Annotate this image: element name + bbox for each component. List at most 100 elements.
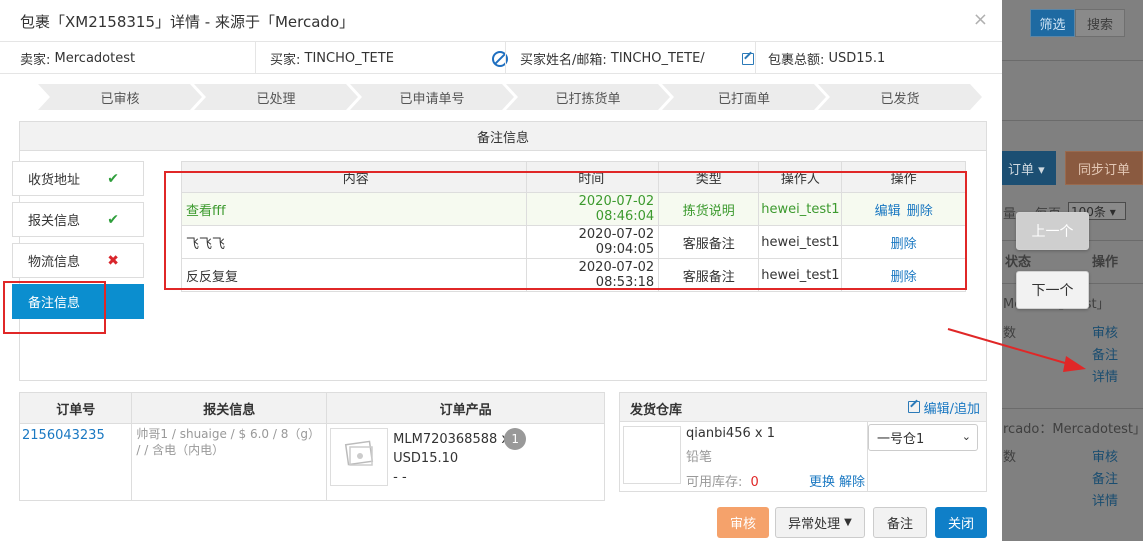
bg-row1-note[interactable]: 备注: [1092, 344, 1118, 363]
modal-title: 包裹「XM2158315」详情 - 来源于「Mercado」: [20, 13, 355, 31]
bg-order-dropdown[interactable]: 订单 ▾: [1002, 151, 1056, 185]
bg-divider: [1002, 120, 1143, 121]
divider: [505, 42, 506, 74]
warehouse-item-image: [623, 426, 681, 484]
warehouse-select[interactable]: 一号仓1 ⌄: [868, 424, 978, 451]
warehouse-item-name: 铅笔: [686, 450, 713, 465]
replace-link[interactable]: 更换: [809, 471, 835, 490]
cross-icon: ✖: [107, 253, 119, 269]
step-shipped: 已发货: [818, 84, 982, 110]
caret-down-icon: ▼: [844, 517, 852, 528]
stock-label: 可用库存:: [686, 475, 743, 490]
close-button[interactable]: 关闭: [935, 507, 987, 538]
bg-row2-detail[interactable]: 详情: [1092, 490, 1118, 509]
sidebar-item-logistics[interactable]: 物流信息 ✖: [12, 243, 144, 278]
bg-misc-text: 数: [1003, 326, 1017, 341]
buyer-name-field: 买家姓名/邮箱: TINCHO_TETE/: [520, 42, 755, 74]
edit-icon[interactable]: [742, 53, 754, 65]
sidebar-item-label: 物流信息: [28, 255, 81, 270]
product-qty-badge: 1: [504, 428, 527, 450]
warehouse-title: 发货仓库: [630, 403, 683, 418]
note-button[interactable]: 备注: [873, 507, 927, 538]
buyer-field: 买家: TINCHO_TETE: [270, 42, 508, 74]
progress-steps: 已审核 已处理 已申请单号 已打拣货单 已打面单 已发货: [38, 84, 982, 110]
warehouse-select-value: 一号仓1: [877, 432, 925, 447]
highlight-box-sidebar: [3, 281, 106, 334]
close-icon[interactable]: ×: [973, 9, 988, 30]
bg-divider: [1002, 408, 1143, 409]
next-package-button[interactable]: 下一个: [1016, 271, 1089, 309]
table-row: 2156043235 帅哥1 / shuaige / $ 6.0 / 8（g） …: [18, 423, 605, 501]
warehouse-item-sku: qianbi456 x 1: [686, 426, 775, 441]
warehouse-edit-link[interactable]: 编辑/追加: [907, 398, 980, 417]
bg-divider: [1002, 60, 1143, 61]
stock-field: 可用库存: 0: [686, 471, 759, 490]
bg-status-col: 状态: [1005, 255, 1032, 270]
col-order-no: 订单号: [18, 392, 133, 424]
panel-title: 备注信息: [20, 122, 986, 151]
buyer-name-label: 买家姓名/邮箱:: [520, 52, 607, 68]
package-info-bar: 卖家: Mercadotest 买家: TINCHO_TETE 买家姓名/邮箱:…: [0, 42, 1002, 74]
order-no-link[interactable]: 2156043235: [22, 428, 105, 443]
bg-search-button[interactable]: 搜索: [1075, 9, 1125, 37]
warehouse-edit-label: 编辑/追加: [923, 402, 980, 417]
step-processed: 已处理: [194, 84, 358, 110]
chevron-down-icon: ⌄: [961, 430, 971, 443]
bg-sync-orders-button[interactable]: 同步订单: [1065, 151, 1143, 185]
check-icon: ✔: [107, 212, 119, 228]
image-placeholder-icon: [345, 440, 374, 466]
seller-label: 卖家:: [20, 52, 51, 68]
divider: [755, 42, 756, 74]
stock-value: 0: [750, 475, 759, 490]
bg-row1-approve[interactable]: 审核: [1092, 322, 1118, 341]
bg-misc-text: 数: [1003, 450, 1017, 465]
table-header-row: 订单号 报关信息 订单产品: [18, 392, 605, 424]
modal-header: 包裹「XM2158315」详情 - 来源于「Mercado」 ×: [0, 0, 1002, 42]
order-no-cell: 2156043235: [18, 423, 133, 501]
warehouse-header: 发货仓库 编辑/追加: [620, 393, 986, 422]
bg-row2-text: rcado：Mercadotest」: [1003, 422, 1143, 437]
customs-text: 帅哥1 / shuaige / $ 6.0 / 8（g） / / 含电（内电）: [136, 427, 320, 457]
prev-package-button[interactable]: 上一个: [1016, 212, 1089, 250]
bg-misc-text: 量: [1003, 207, 1017, 222]
sidebar-item-shipping-address[interactable]: 收货地址 ✔: [12, 161, 144, 196]
total-field: 包裹总额: USD15.1: [768, 42, 998, 74]
product-info: MLM720368588 x USD15.10 - -: [393, 430, 509, 487]
step-picking-printed: 已打拣货单: [506, 84, 670, 110]
product-price: USD15.10: [393, 451, 459, 466]
buyer-value: TINCHO_TETE: [304, 50, 394, 66]
product-cell: MLM720368588 x USD15.10 - - 1: [326, 423, 605, 501]
step-approved: 已审核: [38, 84, 202, 110]
product-extra: - -: [393, 470, 407, 485]
sidebar-item-label: 收货地址: [28, 173, 81, 188]
buyer-label: 买家:: [270, 52, 301, 68]
highlight-box-notes: [164, 171, 967, 290]
check-icon: ✔: [107, 171, 119, 187]
seller-field: 卖家: Mercadotest: [20, 42, 255, 74]
sidebar-item-customs[interactable]: 报关信息 ✔: [12, 202, 144, 237]
step-label-printed: 已打面单: [662, 84, 826, 110]
exception-label: 异常处理: [788, 517, 841, 532]
product-image: [330, 428, 389, 486]
buyer-name-value: TINCHO_TETE/: [610, 50, 705, 66]
col-customs: 报关信息: [131, 392, 328, 424]
bg-filter-button[interactable]: 筛选: [1030, 9, 1075, 37]
unbind-link[interactable]: 解除: [839, 471, 865, 490]
bg-row1-detail[interactable]: 详情: [1092, 366, 1118, 385]
bg-op-col: 操作: [1092, 255, 1119, 270]
customs-cell: 帅哥1 / shuaige / $ 6.0 / 8（g） / / 含电（内电）: [131, 423, 328, 501]
seller-value: Mercadotest: [54, 50, 136, 66]
bg-row2-note[interactable]: 备注: [1092, 468, 1118, 487]
total-label: 包裹总额:: [768, 52, 825, 68]
col-product: 订单产品: [326, 392, 605, 424]
edit-icon: [907, 401, 920, 413]
approve-button[interactable]: 审核: [717, 507, 769, 538]
chevron-down-icon: ▾: [1105, 205, 1116, 219]
sidebar-item-label: 报关信息: [28, 214, 81, 229]
divider: [255, 42, 256, 74]
exception-dropdown-button[interactable]: 异常处理 ▼: [775, 507, 865, 538]
package-detail-modal: 包裹「XM2158315」详情 - 来源于「Mercado」 × 卖家: Mer…: [0, 0, 1002, 541]
bg-row2-approve[interactable]: 审核: [1092, 446, 1118, 465]
order-table: 订单号 报关信息 订单产品 2156043235 帅哥1 / shuaige /…: [18, 392, 605, 501]
total-value: USD15.1: [828, 50, 886, 66]
